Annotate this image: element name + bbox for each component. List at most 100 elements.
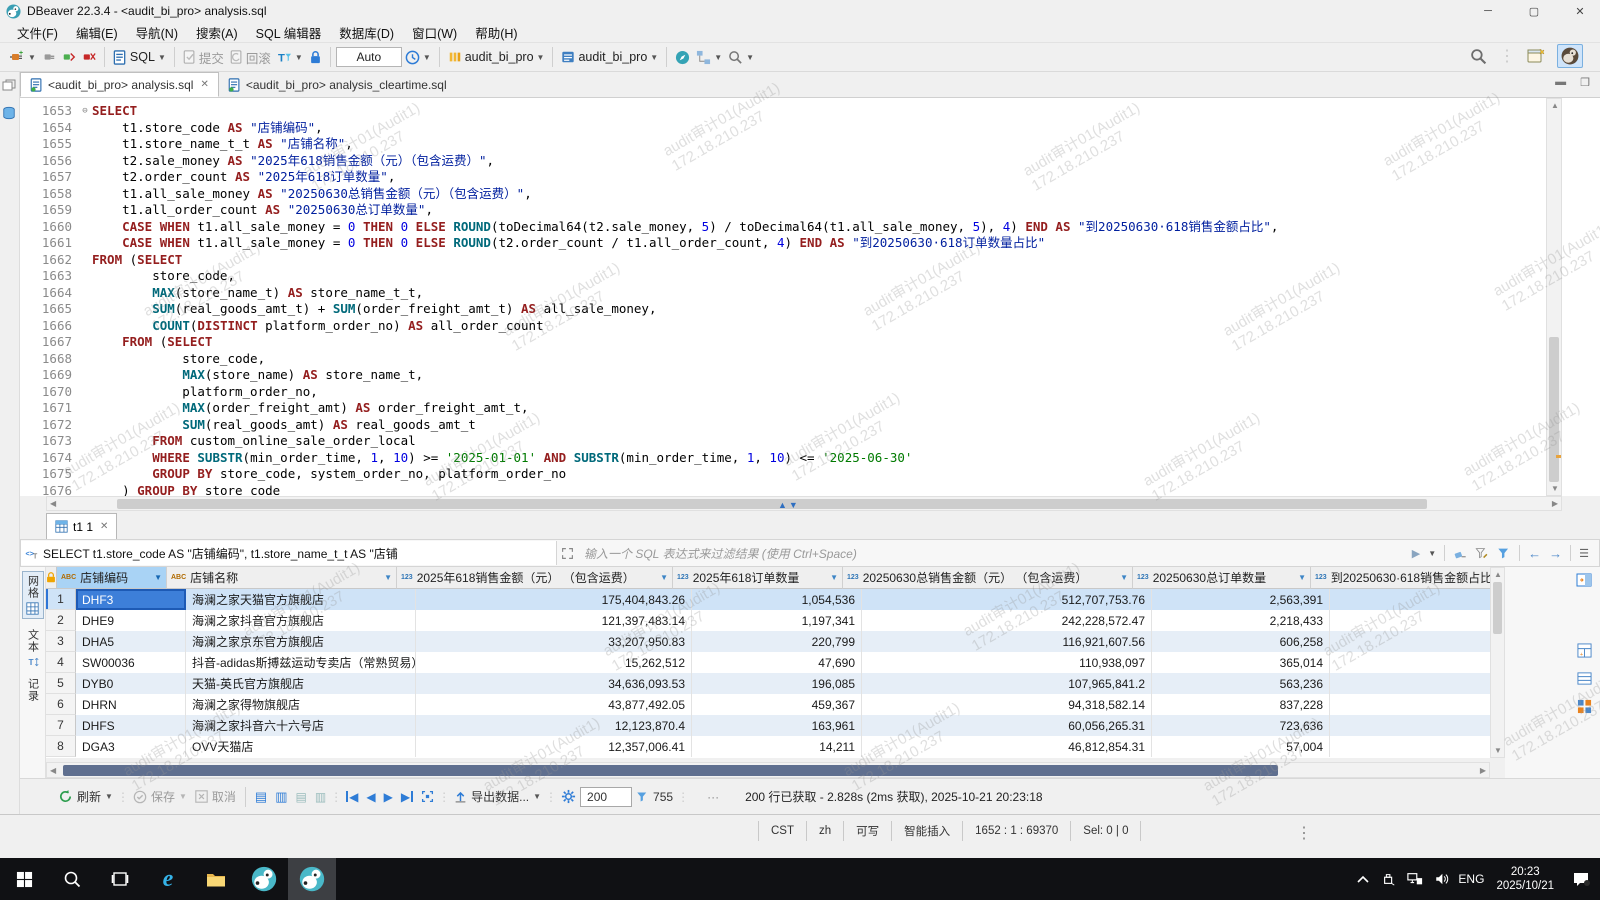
task-view-button[interactable] (96, 858, 144, 900)
filter-sql-segment[interactable]: <>T SELECT t1.store_code AS "店铺编码", t1.s… (21, 541, 557, 565)
cell-r1c4[interactable]: 512,707,753.76 (862, 589, 1152, 610)
value-panel-icon[interactable] (1576, 573, 1592, 592)
presentation-text-tab[interactable]: 文本 T (25, 629, 41, 668)
cell-r6c1[interactable]: 海澜之家得物旗舰店 (186, 694, 416, 715)
network-icon[interactable] (1402, 858, 1428, 900)
usb-icon[interactable] (1376, 858, 1402, 900)
cell-r7c5[interactable]: 723,636 (1152, 715, 1330, 736)
menu-item-2[interactable]: 导航(N) (127, 21, 187, 44)
cell-r7c2[interactable]: 12,123,870.4 (416, 715, 692, 736)
results-grid[interactable]: ABC店铺编码▼ABC店铺名称▼1232025年618销售金额（元） （包含运费… (46, 567, 1490, 758)
transaction-history-button[interactable]: ▼ (402, 48, 434, 67)
schema-selector[interactable]: audit_bi_pro ▼ (558, 48, 661, 66)
lock-button[interactable] (306, 48, 325, 66)
dbeaver-taskbar-button-2[interactable] (288, 858, 336, 900)
new-connection-button[interactable]: + ▼ (6, 47, 39, 67)
cell-r8c3[interactable]: 14,211 (692, 736, 862, 757)
filter-count[interactable]: 755 (632, 790, 677, 804)
save-button[interactable]: 保存▼ (129, 788, 191, 805)
internet-explorer-button[interactable]: e (144, 858, 192, 900)
fold-marker[interactable]: ⊖ (78, 103, 92, 120)
taskbar-search-button[interactable] (48, 858, 96, 900)
cell-r8c5[interactable]: 57,004 (1152, 736, 1330, 757)
column-filter-arrow-icon[interactable]: ▼ (1120, 573, 1128, 582)
row-number[interactable]: 2 (46, 610, 76, 631)
row-number[interactable]: 6 (46, 694, 76, 715)
tab-close-icon[interactable]: ✕ (200, 79, 208, 90)
cell-r2c1[interactable]: 海澜之家抖音官方旗舰店 (186, 610, 416, 631)
filter-placeholder[interactable]: 输入一个 SQL 表达式来过滤结果 (使用 Ctrl+Space) (574, 545, 1412, 562)
maximize-button[interactable]: ▢ (1514, 0, 1554, 22)
last-row-icon[interactable]: ▶ (397, 790, 417, 804)
cell-r5c6[interactable]: 0.3 (1330, 673, 1490, 694)
cell-r5c3[interactable]: 196,085 (692, 673, 862, 694)
results-tab-t1[interactable]: t1 1 ✕ (46, 513, 117, 539)
cell-r3c5[interactable]: 606,258 (1152, 631, 1330, 652)
export-data-button[interactable]: 导出数据...▼ (450, 788, 545, 805)
column-filter-arrow-icon[interactable]: ▼ (830, 573, 838, 582)
cell-r1c6[interactable]: 0.3 (1330, 589, 1490, 610)
file-explorer-button[interactable] (192, 858, 240, 900)
markers-icon[interactable]: ▥ (311, 790, 330, 804)
sql-editor-button[interactable]: SQL ▼ (110, 48, 169, 67)
commit-mode-select[interactable]: Auto (336, 47, 402, 67)
cell-r6c6[interactable]: 0.4 (1330, 694, 1490, 715)
cell-r1c1[interactable]: 海澜之家天猫官方旗舰店 (186, 589, 416, 610)
cell-r2c6[interactable]: 0.5 (1330, 610, 1490, 631)
calc-panel-icon[interactable]: + (1577, 643, 1592, 663)
cell-r1c5[interactable]: 2,563,391 (1152, 589, 1330, 610)
duplicate-row-icon[interactable]: ▥ (271, 789, 291, 805)
column-header-1[interactable]: ABC店铺名称▼ (167, 567, 397, 589)
aggregate-panel-icon[interactable] (1577, 699, 1592, 719)
cell-r7c4[interactable]: 60,056,265.31 (862, 715, 1152, 736)
cancel-button[interactable]: 取消 (191, 788, 240, 805)
metadata-panel-icon[interactable] (1577, 671, 1592, 691)
cell-r5c0[interactable]: DYB0 (76, 673, 186, 694)
column-header-2[interactable]: 1232025年618销售金额（元） （包含运费）▼ (397, 567, 673, 589)
focus-row-icon[interactable] (417, 790, 438, 803)
filter-forward-icon[interactable]: → (1549, 546, 1562, 561)
dbeaver-taskbar-button-1[interactable] (240, 858, 288, 900)
next-row-icon[interactable]: ▶ (380, 790, 397, 804)
column-filter-arrow-icon[interactable]: ▼ (154, 573, 162, 582)
expand-filter-icon[interactable] (561, 547, 574, 560)
connection-selector[interactable]: audit_bi_pro ▼ (445, 48, 548, 66)
search-icon[interactable] (1470, 48, 1487, 65)
cell-r2c4[interactable]: 242,228,572.47 (862, 610, 1152, 631)
cell-r3c4[interactable]: 116,921,607.56 (862, 631, 1152, 652)
cell-r4c5[interactable]: 365,014 (1152, 652, 1330, 673)
cell-r5c2[interactable]: 34,636,093.53 (416, 673, 692, 694)
cell-r7c0[interactable]: DHFS (76, 715, 186, 736)
results-tab-close-icon[interactable]: ✕ (100, 521, 108, 532)
prev-row-icon[interactable]: ◀ (362, 790, 379, 804)
cell-r2c0[interactable]: DHE9 (76, 610, 186, 631)
volume-icon[interactable] (1428, 858, 1454, 900)
column-filter-arrow-icon[interactable]: ▼ (660, 573, 668, 582)
add-row-icon[interactable]: ▤ (251, 789, 271, 805)
column-header-6[interactable]: 123到20250630·618销售金额占比▼ (1311, 567, 1490, 589)
statusbar-menu-icon[interactable]: ⋮ (1296, 823, 1312, 843)
sash-maximize-controls[interactable]: ▲▼ (778, 500, 800, 510)
cell-r4c0[interactable]: SW00036 (76, 652, 186, 673)
taskbar-clock[interactable]: 20:23 2025/10/21 (1488, 865, 1562, 893)
cell-r6c2[interactable]: 43,877,492.05 (416, 694, 692, 715)
menu-item-7[interactable]: 帮助(H) (466, 21, 526, 44)
user-avatar[interactable] (1557, 44, 1583, 68)
apply-filter-icon[interactable]: ▶ (1412, 547, 1420, 560)
grid-hscrollbar[interactable]: ◀ ▶ (46, 762, 1490, 778)
cell-r7c1[interactable]: 海澜之家抖音六十六号店 (186, 715, 416, 736)
grid-corner-cell[interactable] (46, 567, 57, 589)
rollback-button[interactable]: 回滚 (227, 46, 274, 69)
cell-r1c3[interactable]: 1,054,536 (692, 589, 862, 610)
commit-button[interactable]: 提交 (180, 46, 227, 69)
cell-r4c4[interactable]: 110,938,097 (862, 652, 1152, 673)
cell-r3c1[interactable]: 海澜之家京东官方旗舰店 (186, 631, 416, 652)
cell-r4c1[interactable]: 抖音-adidas斯搏兹运动专卖店（常熟贸易） (186, 652, 416, 673)
cell-r5c5[interactable]: 563,236 (1152, 673, 1330, 694)
column-header-5[interactable]: 12320250630总订单数量▼ (1133, 567, 1311, 589)
cell-r3c3[interactable]: 220,799 (692, 631, 862, 652)
cell-r7c3[interactable]: 163,961 (692, 715, 862, 736)
cell-r4c2[interactable]: 15,262,512 (416, 652, 692, 673)
cell-r6c0[interactable]: DHRN (76, 694, 186, 715)
refresh-button[interactable]: 刷新▼ (54, 788, 117, 805)
